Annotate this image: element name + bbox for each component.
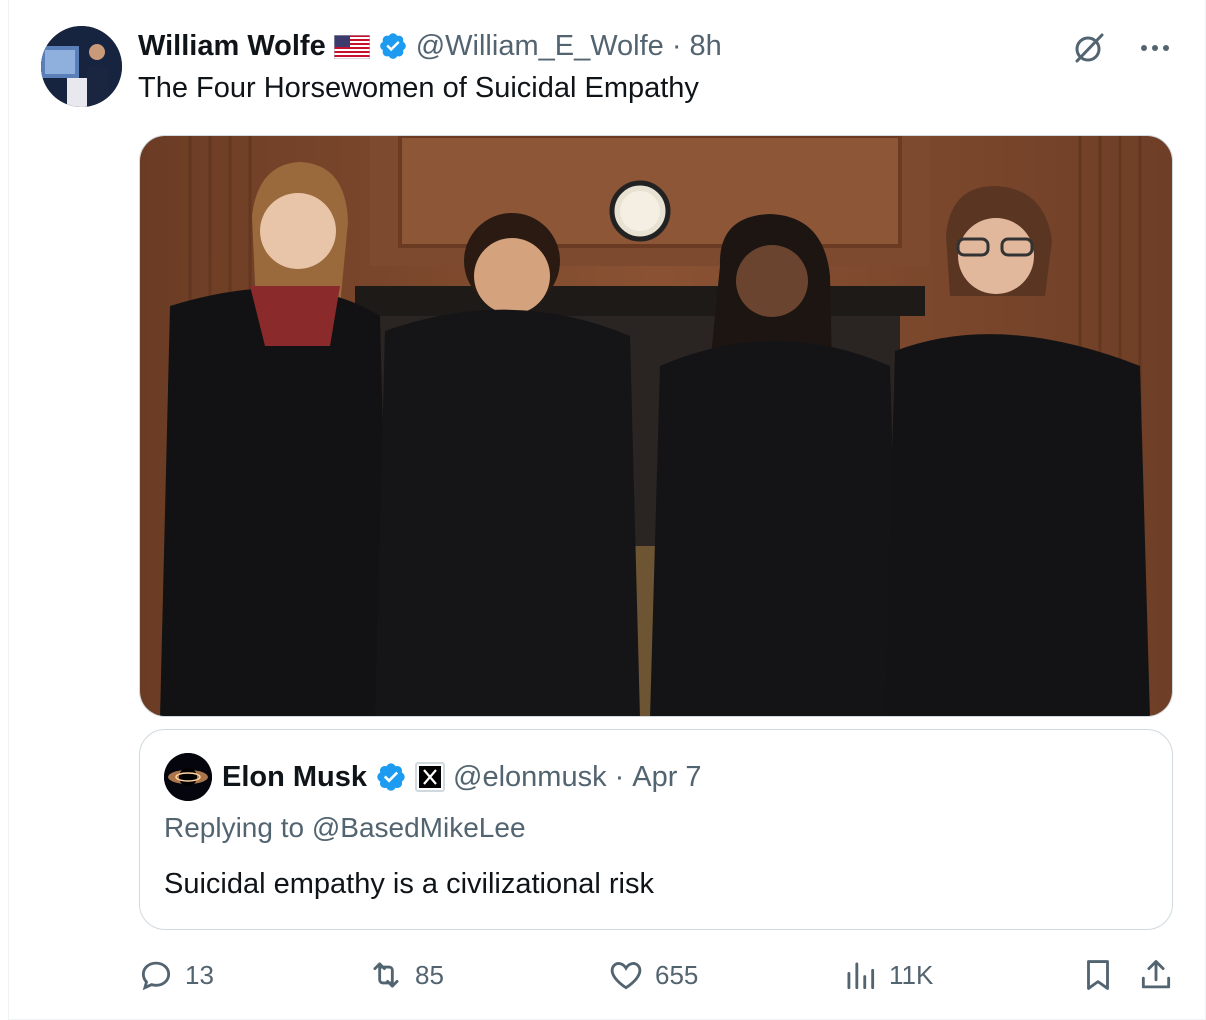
tweet-photo[interactable]	[139, 135, 1173, 717]
like-count: 655	[655, 959, 699, 990]
x-affiliate-icon[interactable]	[415, 762, 446, 792]
replying-to[interactable]: Replying to @BasedMikeLee	[164, 812, 526, 844]
reply-button[interactable]: 13	[137, 956, 214, 994]
repost-button[interactable]: 85	[367, 956, 444, 994]
share-button[interactable]	[1137, 956, 1175, 994]
quoted-author-avatar[interactable]	[164, 753, 212, 801]
repost-count: 85	[415, 959, 444, 990]
repost-icon	[373, 962, 399, 988]
more-options-icon[interactable]	[1137, 30, 1173, 66]
analytics-icon	[847, 962, 875, 990]
us-flag-icon	[333, 34, 371, 60]
quoted-tweet-header: Elon Musk @elonmusk · Apr 7	[222, 757, 702, 797]
verified-badge-icon[interactable]	[378, 31, 408, 61]
quoted-tweet-date[interactable]: Apr 7	[632, 761, 701, 794]
author-handle[interactable]: @William_E_Wolfe	[416, 30, 664, 63]
bookmark-button[interactable]	[1079, 956, 1117, 994]
tweet-header: William Wolfe @William_E_Wolfe · 8h	[138, 28, 722, 64]
heart-icon	[610, 962, 642, 990]
tweet-text: The Four Horsewomen of Suicidal Empathy	[138, 72, 699, 104]
verified-badge-icon[interactable]	[375, 761, 407, 793]
tweet-actions: 13 85 655 11K	[9, 950, 1206, 1000]
tweet-time[interactable]: 8h	[689, 30, 721, 63]
tweet-top-actions	[1071, 30, 1173, 66]
tweet-card[interactable]: William Wolfe @William_E_Wolfe · 8h The …	[8, 0, 1206, 1020]
separator-dot: ·	[671, 29, 682, 62]
separator-dot: ·	[614, 760, 625, 793]
reply-count: 13	[185, 959, 214, 990]
quoted-author-name[interactable]: Elon Musk	[222, 761, 367, 794]
author-avatar[interactable]	[41, 26, 122, 107]
like-button[interactable]: 655	[607, 956, 698, 994]
bookmark-icon	[1087, 960, 1109, 990]
quoted-tweet[interactable]: Elon Musk @elonmusk · Apr 7 Replying to …	[139, 729, 1173, 930]
quoted-author-handle[interactable]: @elonmusk	[453, 761, 607, 794]
quoted-tweet-text: Suicidal empathy is a civilizational ris…	[164, 868, 654, 900]
views-count: 11K	[889, 959, 934, 990]
reply-icon	[141, 961, 171, 991]
author-name[interactable]: William Wolfe	[138, 30, 326, 63]
grok-icon[interactable]	[1071, 30, 1107, 66]
views-button[interactable]: 11K	[841, 956, 933, 994]
share-icon	[1141, 960, 1171, 989]
